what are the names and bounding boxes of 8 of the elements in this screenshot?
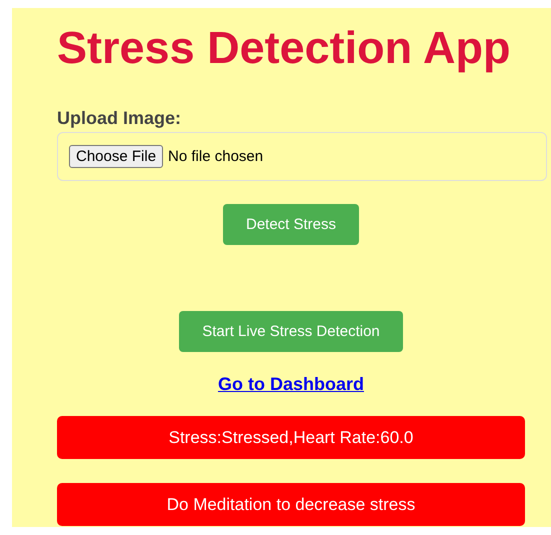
upload-label: Upload Image: [57,108,182,129]
result-message: Do Meditation to decrease stress [57,483,525,526]
app-title: Stress Detection App [57,22,512,74]
file-input[interactable]: Choose File No file chosen [57,132,547,181]
result-message: Stress:Stressed,Heart Rate:60.0 [57,416,525,459]
dashboard-link[interactable]: Go to Dashboard [218,374,364,395]
file-status: No file chosen [168,148,264,165]
choose-file-button[interactable]: Choose File [69,145,164,168]
